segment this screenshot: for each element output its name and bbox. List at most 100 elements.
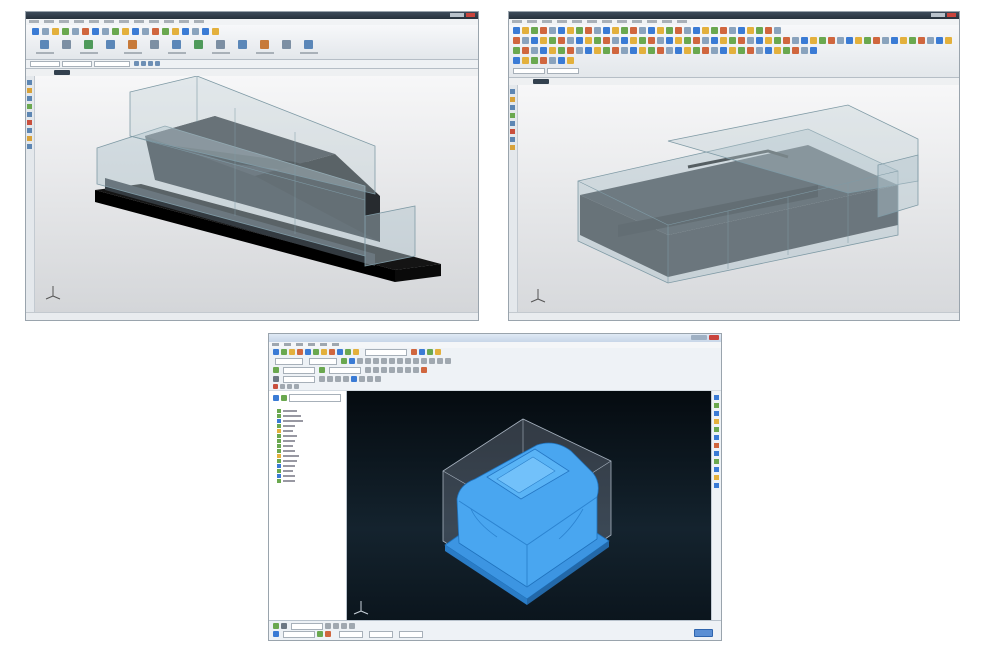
menu-item[interactable] [308,343,315,346]
toolbar-icon[interactable] [855,37,862,44]
toolbar-icon[interactable] [918,37,925,44]
menu-item[interactable] [179,20,189,23]
toolbar-icon[interactable] [437,358,443,364]
toolbar-icon[interactable] [621,27,628,34]
view-icon[interactable] [714,475,719,480]
toolbar-icon[interactable] [684,37,691,44]
toolbar-icon[interactable] [657,27,664,34]
toolbar-icon[interactable] [335,376,341,382]
window-controls-icon[interactable] [691,335,707,340]
toolbar-icon[interactable] [549,27,556,34]
ribbon-button-icon[interactable] [282,40,291,49]
toolbar-icon[interactable] [405,358,411,364]
view-icon[interactable] [714,467,719,472]
resource-icon[interactable] [27,112,32,117]
toolbar-icon[interactable] [445,358,451,364]
toolbar-icon[interactable] [639,37,646,44]
menu-item[interactable] [134,20,144,23]
close-icon[interactable] [947,13,956,17]
toolbar-icon[interactable] [657,47,664,54]
menu-item[interactable] [587,20,597,23]
toolbar-icon[interactable] [594,47,601,54]
toolbar-icon[interactable] [531,37,538,44]
graphics-viewport[interactable] [347,391,712,621]
toolbar-icon[interactable] [774,47,781,54]
resource-icon[interactable] [510,121,515,126]
toolbar-icon[interactable] [341,623,347,629]
window-controls-icon[interactable] [450,13,464,17]
view-icon[interactable] [714,419,719,424]
toolbar-icon[interactable] [273,367,279,373]
ribbon-button-icon[interactable] [128,40,137,49]
toolbar-icon[interactable] [927,37,934,44]
toolbar-icon[interactable] [576,37,583,44]
menu-item[interactable] [527,20,537,23]
toolbar-icon[interactable] [702,27,709,34]
toolbar-icon[interactable] [648,47,655,54]
toolbar-icon[interactable] [738,47,745,54]
layer-dropdown[interactable] [365,349,407,356]
menu-item[interactable] [296,343,303,346]
toolbar-icon[interactable] [273,623,279,629]
toolbar-icon[interactable] [435,349,441,355]
toolbar-icon[interactable] [693,47,700,54]
toolbar-icon[interactable] [765,27,772,34]
property-field[interactable] [283,376,315,383]
toolbar-icon[interactable] [531,57,538,64]
toolbar-icon[interactable] [353,349,359,355]
resource-icon[interactable] [27,144,32,149]
toolbar-icon[interactable] [801,47,808,54]
toolbar-icon[interactable] [639,47,646,54]
toolbar-icon[interactable] [603,27,610,34]
toolbar-icon[interactable] [585,27,592,34]
toolbar-icon[interactable] [162,28,169,35]
toolbar-icon[interactable] [711,47,718,54]
toolbar-icon[interactable] [522,57,529,64]
coordinate-field[interactable] [369,631,393,638]
toolbar-icon[interactable] [666,27,673,34]
toolbar-icon[interactable] [729,47,736,54]
ribbon-button-icon[interactable] [194,40,203,49]
toolbar-icon[interactable] [297,349,303,355]
snap-icon[interactable] [134,61,139,66]
view-icon[interactable] [714,443,719,448]
toolbar-icon[interactable] [72,28,79,35]
toolbar-icon[interactable] [630,47,637,54]
close-icon[interactable] [709,335,719,340]
toolbar-icon[interactable] [810,37,817,44]
toolbar-icon[interactable] [720,47,727,54]
toolbar-icon[interactable] [419,349,425,355]
view-icon[interactable] [714,403,719,408]
toolbar-icon[interactable] [612,37,619,44]
toolbar-icon[interactable] [329,349,335,355]
toolbar-icon[interactable] [427,349,433,355]
toolbar-icon[interactable] [684,27,691,34]
toolbar-icon[interactable] [421,358,427,364]
toolbar-icon[interactable] [321,349,327,355]
toolbar-icon[interactable] [792,47,799,54]
toolbar-icon[interactable] [317,631,323,637]
toolbar-icon[interactable] [945,37,952,44]
scope-dropdown[interactable] [547,68,579,74]
resource-icon[interactable] [510,113,515,118]
toolbar-icon[interactable] [648,37,655,44]
toolbar-icon[interactable] [585,37,592,44]
menu-item[interactable] [119,20,129,23]
toolbar-icon[interactable] [639,27,646,34]
toolbar-icon[interactable] [365,367,371,373]
toolbar-icon[interactable] [273,631,279,637]
toolbar-icon[interactable] [42,28,49,35]
filter-dropdown[interactable] [30,61,60,67]
menu-item[interactable] [89,20,99,23]
property-field[interactable] [283,367,315,374]
menu-item[interactable] [572,20,582,23]
menu-item[interactable] [647,20,657,23]
toolbar-icon[interactable] [675,27,682,34]
toolbar-icon[interactable] [52,28,59,35]
view-icon[interactable] [714,395,719,400]
toolbar-icon[interactable] [567,47,574,54]
toolbar-icon[interactable] [873,37,880,44]
toolbar-icon[interactable] [693,27,700,34]
tab-model[interactable] [533,79,549,84]
menu-item[interactable] [194,20,204,23]
